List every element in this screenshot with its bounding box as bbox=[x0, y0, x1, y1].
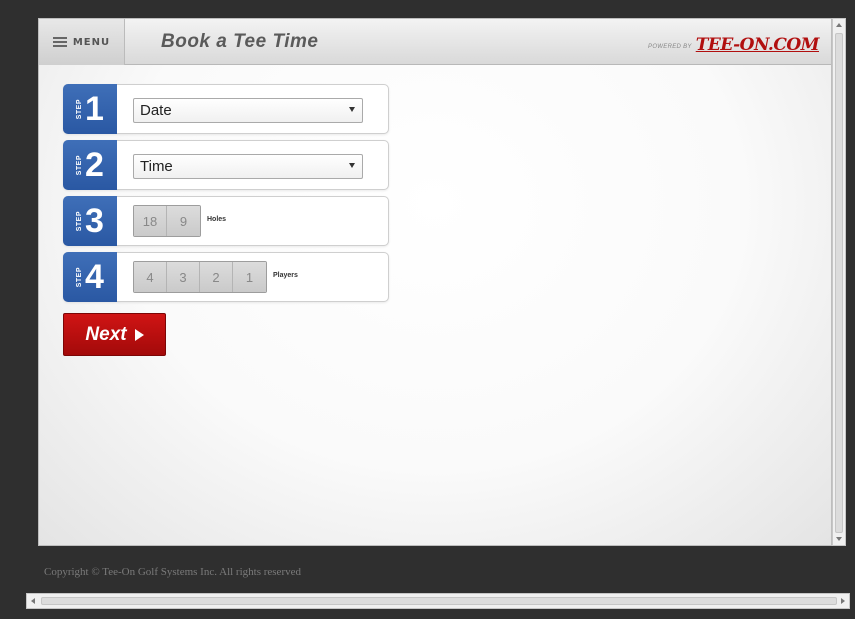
hamburger-icon bbox=[52, 37, 67, 47]
copyright-text: Copyright © Tee-On Golf Systems Inc. All… bbox=[44, 566, 301, 578]
players-label: Players bbox=[273, 272, 298, 279]
step-4-players: STEP 4 4 3 2 1 Players bbox=[63, 252, 389, 302]
step-badge: STEP 3 bbox=[63, 196, 117, 246]
holes-option-18[interactable]: 18 bbox=[134, 206, 167, 236]
menu-label: MENU bbox=[72, 36, 111, 48]
horizontal-scrollbar[interactable] bbox=[26, 593, 850, 609]
scroll-left-arrow-icon[interactable] bbox=[31, 598, 35, 604]
scroll-down-arrow-icon[interactable] bbox=[836, 537, 842, 541]
play-arrow-icon bbox=[134, 328, 144, 341]
horizontal-scroll-thumb[interactable] bbox=[41, 597, 837, 605]
next-button[interactable]: Next bbox=[63, 313, 166, 356]
menu-button[interactable]: MENU bbox=[39, 19, 125, 65]
vertical-scrollbar[interactable] bbox=[832, 18, 846, 546]
powered-by-text: POWERED BY bbox=[648, 44, 692, 50]
powered-by: POWERED BY TEE-ON.COM bbox=[648, 29, 819, 55]
players-option-2[interactable]: 2 bbox=[200, 262, 233, 292]
page-title: Book a Tee Time bbox=[161, 31, 319, 52]
holes-option-9[interactable]: 9 bbox=[167, 206, 200, 236]
players-toggle-group: 4 3 2 1 bbox=[133, 261, 267, 293]
dropdown-caret-icon bbox=[349, 163, 355, 168]
step-1-date: STEP 1 Date bbox=[63, 84, 389, 134]
next-label: Next bbox=[85, 323, 127, 345]
step-number: 1 bbox=[85, 90, 104, 128]
scroll-right-arrow-icon[interactable] bbox=[841, 598, 845, 604]
players-option-4[interactable]: 4 bbox=[134, 262, 167, 292]
step-word: STEP bbox=[76, 154, 84, 176]
date-select[interactable]: Date bbox=[133, 98, 363, 123]
players-option-3[interactable]: 3 bbox=[167, 262, 200, 292]
step-word: STEP bbox=[76, 98, 84, 120]
step-word: STEP bbox=[76, 210, 84, 232]
step-badge: STEP 4 bbox=[63, 252, 117, 302]
step-number: 4 bbox=[85, 258, 104, 296]
tee-on-logo[interactable]: TEE-ON.COM bbox=[696, 35, 820, 55]
step-3-holes: STEP 3 18 9 Holes bbox=[63, 196, 389, 246]
time-select[interactable]: Time bbox=[133, 154, 363, 179]
step-badge: STEP 2 bbox=[63, 140, 117, 190]
step-badge: STEP 1 bbox=[63, 84, 117, 134]
vertical-scroll-thumb[interactable] bbox=[835, 33, 843, 533]
holes-label: Holes bbox=[207, 216, 227, 223]
players-option-1[interactable]: 1 bbox=[233, 262, 266, 292]
booking-panel: MENU Book a Tee Time POWERED BY TEE-ON.C… bbox=[38, 18, 832, 546]
step-word: STEP bbox=[76, 266, 84, 288]
holes-toggle-group: 18 9 bbox=[133, 205, 201, 237]
date-select-value: Date bbox=[140, 102, 172, 119]
time-select-value: Time bbox=[140, 158, 173, 175]
step-number: 2 bbox=[85, 146, 104, 184]
scroll-up-arrow-icon[interactable] bbox=[836, 23, 842, 27]
step-2-time: STEP 2 Time bbox=[63, 140, 389, 190]
step-number: 3 bbox=[85, 202, 104, 240]
top-bar: MENU Book a Tee Time POWERED BY TEE-ON.C… bbox=[39, 19, 831, 65]
dropdown-caret-icon bbox=[349, 107, 355, 112]
